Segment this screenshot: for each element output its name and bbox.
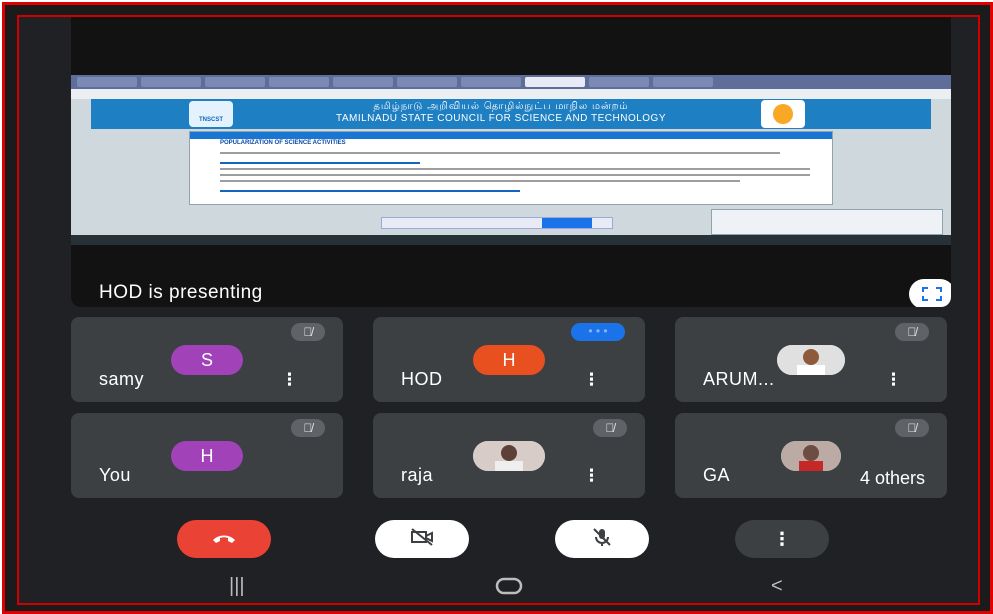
avatar: S (171, 345, 243, 375)
avatar-photo (781, 441, 841, 471)
camera-toggle-button[interactable] (375, 520, 469, 558)
more-options-icon[interactable]: ⋮ (281, 370, 298, 390)
website-english-title: TAMILNADU STATE COUNCIL FOR SCIENCE AND … (335, 113, 667, 124)
mic-off-icon: 🎙̸ (291, 419, 325, 437)
tnscst-logo: TNSCST (189, 101, 233, 127)
windows-taskbar (71, 235, 951, 245)
more-options-icon[interactable]: ⋮ (885, 370, 902, 390)
back-icon[interactable]: < (771, 575, 783, 598)
mic-off-icon (591, 526, 613, 553)
tn-emblem (761, 100, 805, 128)
mic-toggle-button[interactable] (555, 520, 649, 558)
mic-off-icon: 🎙̸ (593, 419, 627, 437)
website-content: POPULARIZATION OF SCIENCE ACTIVITIES (189, 131, 833, 205)
fullscreen-icon[interactable] (909, 279, 951, 307)
screen-share-panel: TNSCST தமிழ்நாடு அறிவியல் தொழில்நுட்ப மா… (71, 17, 951, 307)
home-icon[interactable] (495, 577, 523, 601)
stop-sharing-button (542, 218, 592, 228)
more-options-button[interactable]: ⋮ (735, 520, 829, 558)
more-options-icon[interactable]: ⋮ (583, 370, 600, 390)
participant-name: ARUM... (703, 369, 775, 389)
recents-icon[interactable]: ||| (229, 575, 245, 598)
meet-window: TNSCST தமிழ்நாடு அறிவியல் தொழில்நுட்ப மா… (17, 15, 980, 605)
red-border-frame: TNSCST தமிழ்நாடு அறிவியல் தொழில்நுட்ப மா… (2, 2, 993, 614)
others-count-label[interactable]: 4 others (853, 468, 931, 489)
mic-off-icon: 🎙̸ (895, 419, 929, 437)
shared-screen-content: TNSCST தமிழ்நாடு அறிவியல் தொழில்நுட்ப மா… (71, 75, 951, 245)
participant-tile-arum[interactable]: 🎙̸ ARUM... ⋮ (675, 317, 947, 402)
participant-name: HOD (401, 369, 443, 389)
website-tamil-title: தமிழ்நாடு அறிவியல் தொழில்நுட்ப மாநில மன்… (373, 101, 629, 112)
participant-name: GA (703, 465, 731, 485)
more-options-icon: ⋮ (773, 528, 791, 549)
stop-sharing-bar (381, 217, 613, 229)
participant-name: You (99, 465, 131, 485)
participant-name: raja (401, 465, 434, 485)
participant-tile-others[interactable]: 🎙̸ GA 4 others (675, 413, 947, 498)
screen-notification (711, 209, 943, 235)
speaking-icon: • • • (571, 323, 625, 341)
participant-tile-raja[interactable]: 🎙̸ raja ⋮ (373, 413, 645, 498)
participant-tile-you[interactable]: 🎙̸ H You (71, 413, 343, 498)
section-title: POPULARIZATION OF SCIENCE ACTIVITIES (220, 140, 346, 146)
avatar-photo (473, 441, 545, 471)
participant-tile-samy[interactable]: 🎙̸ S samy ⋮ (71, 317, 343, 402)
mic-off-icon: 🎙̸ (895, 323, 929, 341)
browser-tab-bar (71, 75, 951, 89)
presenting-label: HOD is presenting (99, 282, 263, 303)
end-call-button[interactable] (177, 520, 271, 558)
mic-off-icon: 🎙̸ (291, 323, 325, 341)
participant-name: samy (99, 369, 145, 389)
camera-off-icon (410, 527, 434, 551)
participant-tile-hod[interactable]: • • • H HOD ⋮ (373, 317, 645, 402)
avatar: H (171, 441, 243, 471)
avatar: H (473, 345, 545, 375)
end-call-icon (211, 529, 237, 550)
browser-address-bar (71, 89, 951, 99)
avatar-photo (777, 345, 845, 375)
more-options-icon[interactable]: ⋮ (583, 466, 600, 486)
website-nav (190, 132, 832, 139)
